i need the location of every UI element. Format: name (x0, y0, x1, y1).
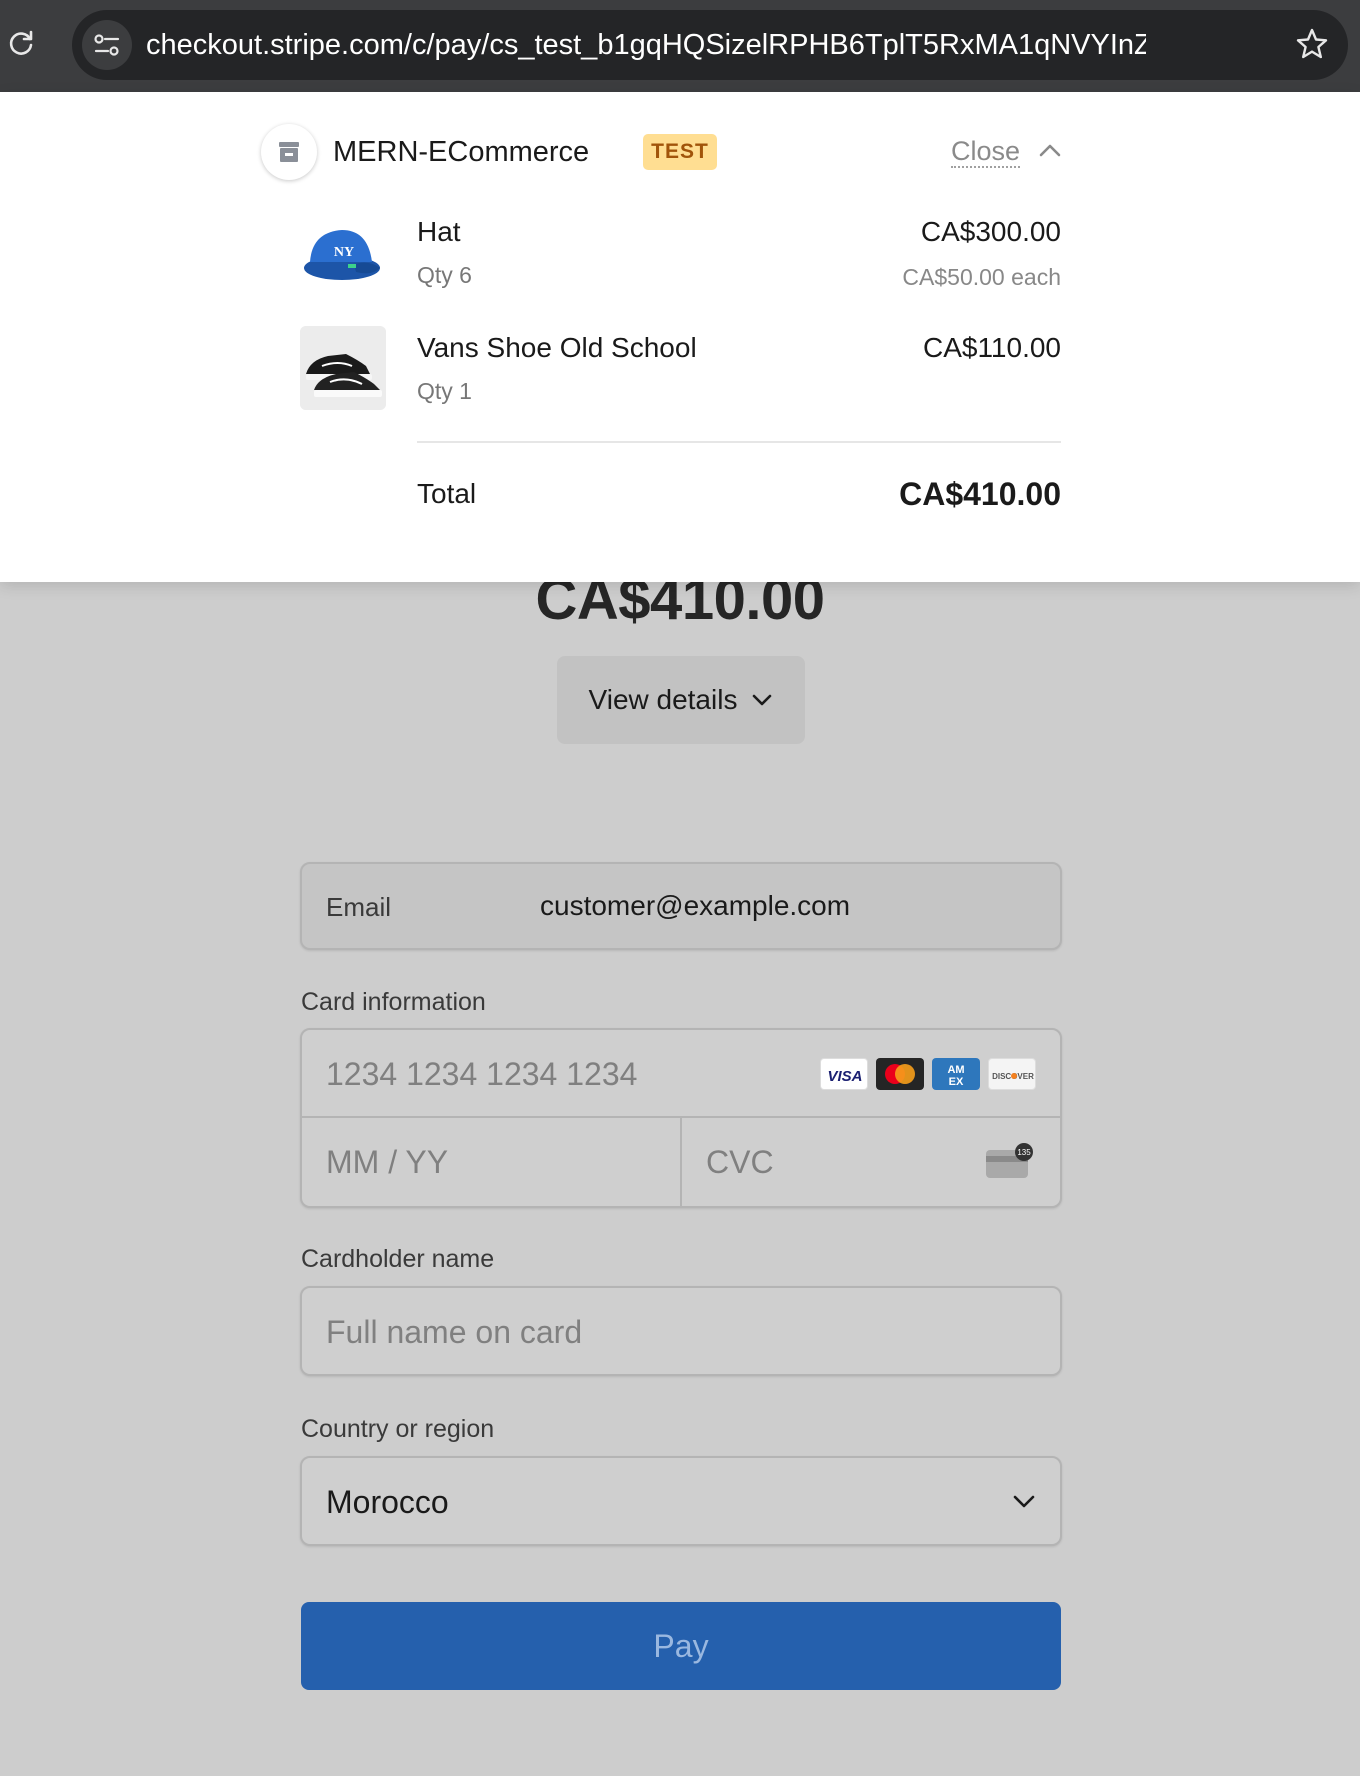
url-text[interactable]: checkout.stripe.com/c/pay/cs_test_b1gqHQ… (146, 29, 1146, 62)
order-summary-sheet: MERN-ECommerce TEST Close NY Hat Qty 6 C… (0, 92, 1360, 582)
chevron-down-icon (753, 694, 772, 706)
bookmark-star-icon[interactable] (1294, 26, 1330, 62)
cvc-card-icon: 135 (986, 1143, 1033, 1178)
card-number-input[interactable]: 1234 1234 1234 1234 VISA AMEX DISCOVER (302, 1030, 1060, 1118)
reload-icon[interactable] (6, 28, 36, 58)
card-information-label: Card information (301, 988, 486, 1016)
cvc-input[interactable]: CVC (706, 1144, 774, 1181)
discover-logo: DISCOVER (988, 1058, 1036, 1090)
email-field[interactable]: Email customer@example.com (300, 862, 1062, 950)
card-field-divider (680, 1118, 682, 1206)
item-unit-price: CA$50.00 each (902, 264, 1061, 290)
amex-logo: AM EX (932, 1058, 980, 1090)
browser-toolbar: checkout.stripe.com/c/pay/cs_test_b1gqHQ… (0, 0, 1360, 92)
visa-logo: VISA (820, 1058, 868, 1090)
chevron-down-icon (1013, 1495, 1035, 1508)
country-value: Morocco (326, 1484, 449, 1520)
svg-text:EX: EX (949, 1076, 964, 1088)
total-value: CA$410.00 (899, 476, 1061, 512)
pay-button[interactable]: Pay (301, 1602, 1061, 1690)
tune-icon (94, 34, 120, 56)
store-icon (261, 124, 317, 180)
email-value[interactable]: customer@example.com (540, 890, 850, 922)
site-info-button[interactable] (82, 20, 132, 70)
item-qty: Qty 6 (417, 262, 472, 288)
card-number-placeholder: 1234 1234 1234 1234 (326, 1056, 638, 1092)
svg-text:VISA: VISA (827, 1068, 862, 1085)
svg-text:NY: NY (334, 245, 354, 260)
cardholder-name-input[interactable]: Full name on card (300, 1286, 1062, 1376)
expiry-input[interactable]: MM / YY (326, 1144, 448, 1181)
pay-button-label: Pay (653, 1627, 709, 1664)
item-price: CA$300.00 (920, 216, 1061, 247)
hat-product-image: NY (300, 210, 386, 294)
close-summary-button[interactable]: Close (951, 136, 1021, 168)
svg-text:AM: AM (947, 1064, 964, 1076)
cardholder-name-label: Cardholder name (301, 1245, 495, 1273)
total-label: Total (417, 478, 477, 509)
cardholder-name-placeholder: Full name on card (326, 1314, 583, 1350)
test-mode-badge: TEST (643, 134, 717, 170)
email-label: Email (326, 892, 392, 922)
svg-text:135: 135 (1017, 1148, 1031, 1157)
card-brand-logos: VISA AMEX DISCOVER (820, 1058, 1036, 1090)
summary-divider (417, 441, 1061, 443)
merchant-name: MERN-ECommerce (333, 136, 590, 168)
item-name: Vans Shoe Old School (417, 332, 697, 363)
country-select[interactable]: Morocco (300, 1456, 1062, 1546)
view-details-label: View details (588, 684, 738, 715)
card-information-group: 1234 1234 1234 1234 VISA AMEX DISCOVER M… (300, 1028, 1062, 1208)
chevron-up-icon[interactable] (1038, 142, 1062, 158)
address-bar[interactable]: checkout.stripe.com/c/pay/cs_test_b1gqHQ… (72, 10, 1348, 80)
item-qty: Qty 1 (417, 378, 472, 404)
mastercard-logo (876, 1058, 924, 1090)
shoe-product-image (300, 326, 386, 410)
item-price: CA$110.00 (922, 332, 1061, 363)
view-details-button[interactable]: View details (557, 656, 805, 744)
country-label: Country or region (301, 1415, 495, 1443)
item-name: Hat (417, 216, 461, 247)
